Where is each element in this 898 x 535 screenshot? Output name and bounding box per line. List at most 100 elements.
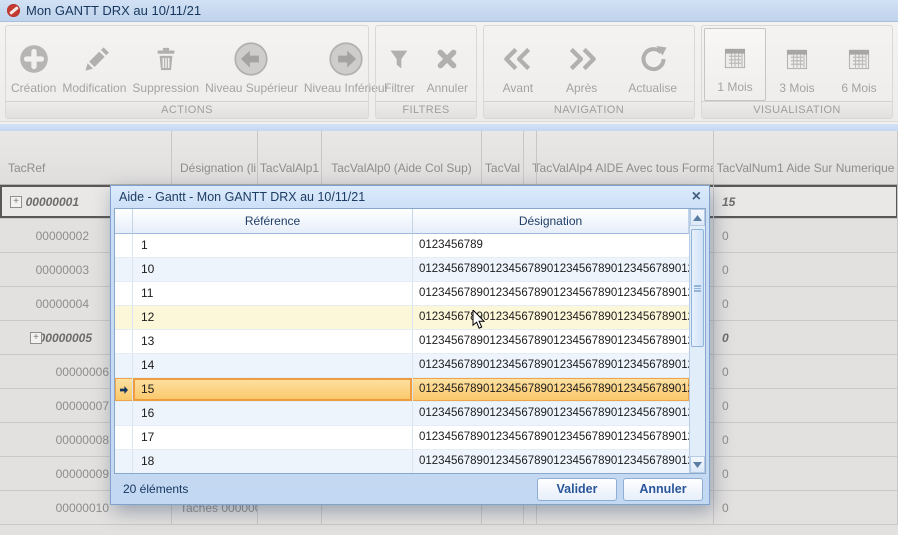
row-indicator: [115, 402, 133, 425]
dialog-scrollbar[interactable]: [689, 209, 705, 473]
group-label-navigation: NAVIGATION: [484, 101, 694, 118]
scroll-up-button[interactable]: [690, 209, 705, 226]
list-item[interactable]: 1 0123456789: [115, 234, 689, 258]
filter-icon: [384, 37, 414, 81]
list-item-selected[interactable]: 15 0123456789012345678901234567890123456…: [115, 378, 689, 402]
button-label: Niveau Supérieur: [205, 81, 298, 95]
row-indicator: [115, 234, 133, 257]
button-label: Modification: [62, 81, 126, 95]
row-indicator: [115, 450, 133, 473]
list-item[interactable]: 12 0123456789012345678901234567890123456…: [115, 306, 689, 330]
chevrons-right-icon: [565, 37, 599, 81]
button-label: Actualise: [628, 81, 677, 95]
pencil-icon: [77, 37, 111, 81]
trash-icon: [149, 37, 183, 81]
separator-strip: [0, 124, 898, 131]
column-header-designation[interactable]: Désignation (li: [172, 131, 258, 184]
cancel-x-icon: [432, 37, 462, 81]
suppression-button[interactable]: Suppression: [129, 28, 202, 101]
ribbon-toolbar: Création Modification Suppression Niveau…: [0, 22, 898, 122]
button-label: Création: [11, 81, 56, 95]
arrow-left-circle-icon: [233, 37, 269, 81]
scroll-down-button[interactable]: [690, 456, 705, 473]
dialog-footer: 20 éléments Valider Annuler: [111, 474, 709, 505]
ribbon-group-actions: Création Modification Suppression Niveau…: [5, 25, 369, 119]
group-label-visualisation: VISUALISATION: [702, 101, 892, 118]
list-item[interactable]: 10 0123456789012345678901234567890123456…: [115, 258, 689, 282]
column-header-tacvalalp4[interactable]: TacValAlp4 AIDE Avec tous Forma: [537, 131, 714, 184]
row-indicator: [115, 306, 133, 329]
row-indicator: [115, 282, 133, 305]
list-item[interactable]: 14 0123456789012345678901234567890123456…: [115, 354, 689, 378]
expand-icon[interactable]: +: [30, 332, 42, 344]
trois-mois-button[interactable]: 3 Mois: [766, 28, 828, 101]
column-header-tacvalnum1[interactable]: TacValNum1 Aide Sur Numerique: [714, 131, 898, 184]
creation-button[interactable]: Création: [8, 28, 59, 101]
button-label: Avant: [503, 81, 533, 95]
mouse-cursor: [472, 310, 486, 330]
ribbon-group-navigation: Avant Après Actualise NAVIGATION: [483, 25, 695, 119]
button-label: Suppression: [132, 81, 199, 95]
dialog-column-designation[interactable]: Désignation: [413, 209, 689, 234]
column-header-tacval[interactable]: TacVal: [482, 131, 524, 184]
plus-circle-icon: [17, 37, 51, 81]
row-indicator: [115, 378, 133, 401]
button-label: Annuler: [427, 81, 468, 95]
arrow-right-circle-icon: [328, 37, 364, 81]
list-item[interactable]: 17 0123456789012345678901234567890123456…: [115, 426, 689, 450]
group-label-filtres: FILTRES: [376, 101, 476, 118]
triangle-down-icon: [693, 462, 702, 468]
modification-button[interactable]: Modification: [59, 28, 129, 101]
window-titlebar: Mon GANTT DRX au 10/11/21: [0, 0, 898, 22]
row-indicator: [115, 354, 133, 377]
column-header-t[interactable]: T: [524, 131, 537, 184]
list-item[interactable]: 13 0123456789012345678901234567890123456…: [115, 330, 689, 354]
app-icon: [7, 4, 20, 17]
apres-button[interactable]: Après: [562, 28, 602, 101]
expand-icon[interactable]: +: [10, 196, 22, 208]
chevrons-left-icon: [501, 37, 535, 81]
list-item[interactable]: 18 0123456789012345678901234567890123456…: [115, 450, 689, 474]
list-item[interactable]: 16 0123456789012345678901234567890123456…: [115, 402, 689, 426]
refresh-icon: [637, 37, 669, 81]
row-indicator: [115, 426, 133, 449]
ribbon-group-filtres: Filtrer Annuler FILTRES: [375, 25, 477, 119]
column-header-tacvalalp0[interactable]: TacValAlp0 (Aide Col Sup): [322, 131, 482, 184]
button-label: 1 Mois: [717, 80, 752, 94]
calendar-icon: [783, 37, 811, 81]
ribbon-group-visualisation: 1 Mois 3 Mois 6 Mois VISUALISATION: [701, 25, 893, 119]
column-header-tacref[interactable]: TacRef: [0, 131, 172, 184]
window-title: Mon GANTT DRX au 10/11/21: [26, 3, 201, 18]
aide-gantt-dialog: Aide - Gantt - Mon GANTT DRX au 10/11/21…: [110, 185, 710, 505]
button-label: 3 Mois: [779, 81, 814, 95]
button-label: Après: [566, 81, 597, 95]
dialog-column-reference[interactable]: Référence: [133, 209, 413, 234]
annuler-button[interactable]: Annuler: [623, 478, 703, 501]
scrollbar-thumb[interactable]: [691, 229, 704, 347]
annuler-filtre-button[interactable]: Annuler: [424, 28, 471, 101]
row-indicator: [115, 330, 133, 353]
triangle-up-icon: [693, 215, 702, 221]
row-indicator: [115, 258, 133, 281]
grid-column-headers: TacRef Désignation (li TacValAlp1 TacVal…: [0, 131, 898, 185]
selected-row-arrow-icon: [119, 385, 129, 395]
group-label-actions: ACTIONS: [6, 101, 368, 118]
list-item[interactable]: 11 0123456789012345678901234567890123456…: [115, 282, 689, 306]
close-icon[interactable]: ×: [692, 189, 701, 205]
actualise-button[interactable]: Actualise: [625, 28, 680, 101]
calendar-icon: [721, 36, 749, 80]
button-label: 6 Mois: [841, 81, 876, 95]
un-mois-button[interactable]: 1 Mois: [704, 28, 766, 101]
calendar-icon: [845, 37, 873, 81]
avant-button[interactable]: Avant: [498, 28, 538, 101]
button-label: Filtrer: [384, 81, 415, 95]
column-header-tacvalalp1[interactable]: TacValAlp1: [258, 131, 322, 184]
valider-button[interactable]: Valider: [537, 478, 617, 501]
filtrer-button[interactable]: Filtrer: [381, 28, 418, 101]
niveau-superieur-button[interactable]: Niveau Supérieur: [202, 28, 301, 101]
dialog-title: Aide - Gantt - Mon GANTT DRX au 10/11/21: [119, 190, 692, 204]
dialog-grid: Référence Désignation 1 0123456789 10 01…: [114, 208, 706, 474]
six-mois-button[interactable]: 6 Mois: [828, 28, 890, 101]
element-count: 20 éléments: [123, 482, 188, 496]
dialog-titlebar[interactable]: Aide - Gantt - Mon GANTT DRX au 10/11/21…: [111, 186, 709, 208]
